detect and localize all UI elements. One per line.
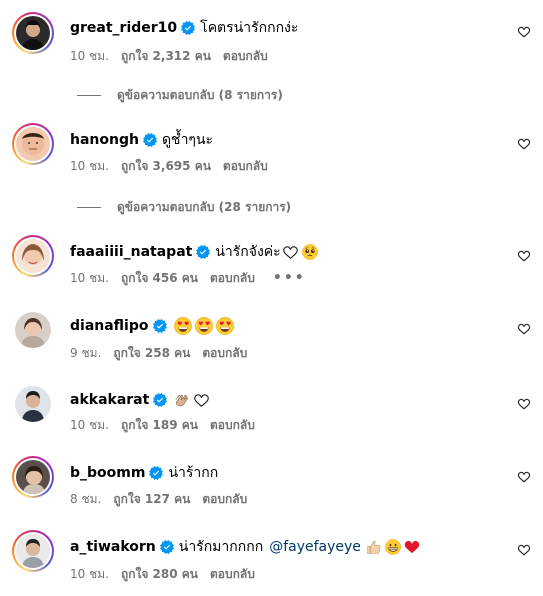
verified-badge-icon <box>153 393 167 407</box>
white-heart-icon <box>282 244 299 261</box>
divider <box>77 94 101 96</box>
reply-button[interactable]: ตอบกลับ <box>202 344 247 363</box>
comment-text: น่ารักมากกกก <box>178 539 264 555</box>
avatar[interactable] <box>12 12 54 54</box>
comment-time[interactable]: 9 ชม. <box>70 344 101 363</box>
avatar-photo <box>16 16 50 50</box>
verified-badge-icon <box>143 133 157 147</box>
comment-text: น่ารักจังค่ะ <box>215 244 281 260</box>
like-count[interactable]: ถูกใจ 127 คน <box>113 490 190 509</box>
more-options-icon[interactable]: ••• <box>273 270 306 286</box>
username[interactable]: hanongh <box>70 132 139 148</box>
verified-badge-icon <box>160 540 174 554</box>
reply-button[interactable]: ตอบกลับ <box>223 157 268 176</box>
like-count[interactable]: ถูกใจ 280 คน <box>121 565 198 584</box>
like-count[interactable]: ถูกใจ 3,695 คน <box>121 157 211 176</box>
username[interactable]: akkakarat <box>70 392 149 408</box>
username[interactable]: faaaiiii_natapat <box>70 244 192 260</box>
username[interactable]: b_boomm <box>70 465 145 481</box>
avatar-photo <box>16 127 50 161</box>
heart-eyes-icon <box>216 317 234 335</box>
like-heart-icon[interactable] <box>517 397 531 411</box>
like-count[interactable]: ถูกใจ 456 คน <box>121 269 198 288</box>
like-count[interactable]: ถูกใจ 189 คน <box>121 416 198 435</box>
avatar[interactable] <box>12 383 54 425</box>
view-replies-label: ดูข้อความตอบกลับ (28 รายการ) <box>117 199 292 214</box>
like-heart-icon[interactable] <box>517 322 531 336</box>
verified-badge-icon <box>196 245 210 259</box>
comment-time[interactable]: 10 ชม. <box>70 565 109 584</box>
red-heart-icon <box>403 538 421 556</box>
pleading-face-icon <box>302 244 318 260</box>
username[interactable]: dianaflipo <box>70 318 149 334</box>
mention-link[interactable]: @fayefayeye <box>269 539 361 555</box>
reply-button[interactable]: ตอบกลับ <box>210 565 255 584</box>
username[interactable]: a_tiwakorn <box>70 539 156 555</box>
reply-button[interactable]: ตอบกลับ <box>202 490 247 509</box>
comment-time[interactable]: 10 ชม. <box>70 416 109 435</box>
thumbs-up-icon <box>366 539 382 555</box>
avatar-photo <box>16 460 50 494</box>
like-heart-icon[interactable] <box>517 137 531 151</box>
view-replies-button[interactable]: ดูข้อความตอบกลับ (28 รายการ) <box>77 199 291 215</box>
comment-text: โคตรน่ารักกกง่ะ <box>200 20 299 36</box>
like-heart-icon[interactable] <box>517 543 531 557</box>
white-heart-icon <box>193 392 210 409</box>
comment-time[interactable]: 10 ชม. <box>70 157 109 176</box>
avatar-photo <box>16 239 50 273</box>
reply-button[interactable]: ตอบกลับ <box>223 47 268 66</box>
grinning-face-icon <box>385 539 401 555</box>
like-heart-icon[interactable] <box>517 25 531 39</box>
like-count[interactable]: ถูกใจ 2,312 คน <box>121 47 211 66</box>
comment-text: ดูช้ำๆนะ <box>161 132 214 148</box>
avatar-photo <box>16 534 50 568</box>
reply-button[interactable]: ตอบกลับ <box>210 269 255 288</box>
view-replies-button[interactable]: ดูข้อความตอบกลับ (8 รายการ) <box>77 87 283 103</box>
like-count[interactable]: ถูกใจ 258 คน <box>113 344 190 363</box>
avatar[interactable] <box>12 309 54 351</box>
verified-badge-icon <box>181 21 195 35</box>
username[interactable]: great_rider10 <box>70 20 177 36</box>
comment-time[interactable]: 8 ชม. <box>70 490 101 509</box>
verified-badge-icon <box>149 466 163 480</box>
avatar[interactable] <box>12 123 54 165</box>
like-heart-icon[interactable] <box>517 470 531 484</box>
comment-time[interactable]: 10 ชม. <box>70 269 109 288</box>
reply-button[interactable]: ตอบกลับ <box>210 416 255 435</box>
heart-eyes-icon <box>195 317 213 335</box>
like-heart-icon[interactable] <box>517 249 531 263</box>
avatar[interactable] <box>12 530 54 572</box>
clapping-hands-icon <box>173 391 191 409</box>
avatar-photo <box>15 386 51 422</box>
comment-text: น่าร้ากก <box>168 465 219 481</box>
comment-time[interactable]: 10 ชม. <box>70 47 109 66</box>
verified-badge-icon <box>153 319 167 333</box>
avatar-photo <box>15 312 51 348</box>
avatar[interactable] <box>12 456 54 498</box>
view-replies-label: ดูข้อความตอบกลับ (8 รายการ) <box>117 87 283 102</box>
avatar[interactable] <box>12 235 54 277</box>
divider <box>77 206 101 208</box>
heart-eyes-icon <box>174 317 192 335</box>
